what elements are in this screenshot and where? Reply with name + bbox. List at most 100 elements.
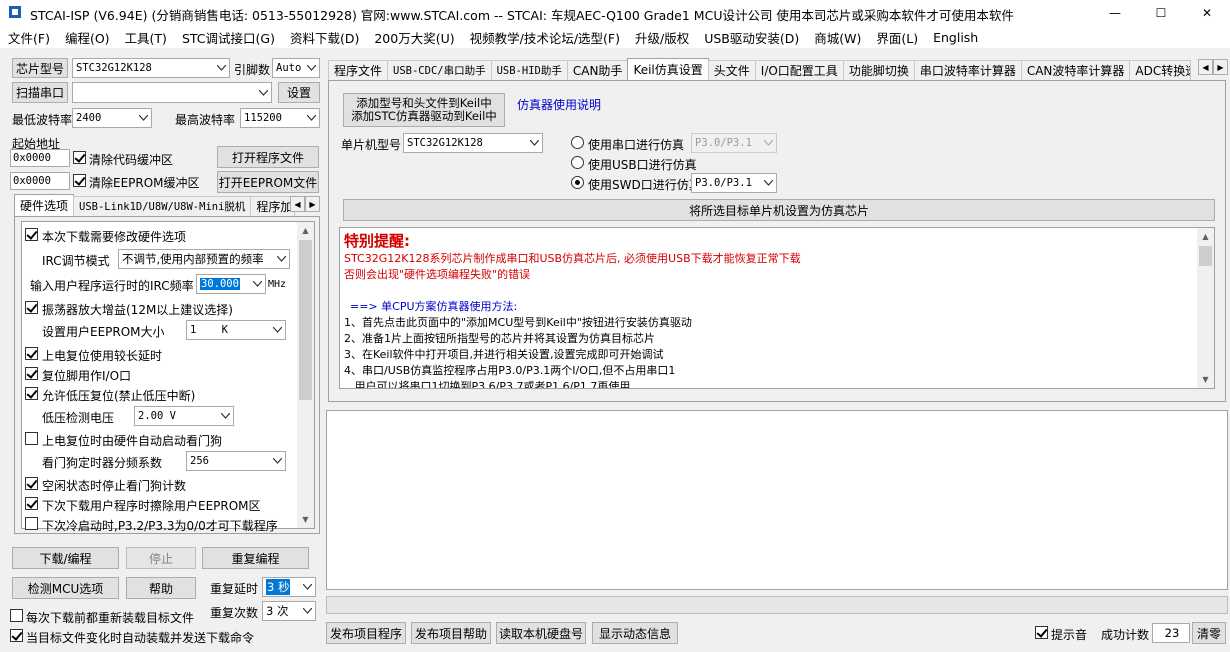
- menu-upgrade[interactable]: 升级/版权: [627, 28, 696, 47]
- scroll-down-icon[interactable]: ▼: [1197, 371, 1214, 388]
- uart-sim-radio[interactable]: [571, 136, 584, 149]
- menu-english[interactable]: English: [925, 30, 985, 45]
- download-button[interactable]: 下载/编程: [12, 547, 119, 569]
- tab-keil-sim[interactable]: Keil仿真设置: [627, 58, 709, 80]
- auto-send-checkbox[interactable]: [10, 629, 23, 642]
- tab-program-encrypt[interactable]: 程序加: [250, 196, 296, 216]
- reset-pin-checkbox[interactable]: [25, 367, 38, 380]
- tab-scroll-right-icon[interactable]: ▶: [1213, 59, 1228, 75]
- read-disk-button[interactable]: 读取本机硬盘号: [496, 622, 586, 644]
- menu-usb-driver[interactable]: USB驱动安装(D): [696, 28, 806, 47]
- open-program-button[interactable]: 打开程序文件: [217, 146, 319, 168]
- max-baud-select[interactable]: 115200: [240, 108, 320, 128]
- tab-uart-baud-calc[interactable]: 串口波特率计算器: [913, 60, 1022, 80]
- tab-header-file[interactable]: 头文件: [707, 60, 756, 80]
- output-log[interactable]: [326, 410, 1228, 590]
- tab-can-baud-calc[interactable]: CAN波特率计算器: [1020, 60, 1131, 80]
- menu-downloads[interactable]: 资料下载(D): [282, 28, 366, 47]
- check-mcu-button[interactable]: 检测MCU选项: [12, 577, 119, 599]
- scan-port-button[interactable]: 扫描串口: [12, 82, 68, 103]
- hw-options-scrollbar[interactable]: ▲ ▼: [297, 222, 314, 528]
- chip-type-select[interactable]: STC32G12K128: [72, 58, 230, 78]
- tab-adc-speed[interactable]: ADC转换速度: [1129, 60, 1192, 80]
- minimize-button[interactable]: —: [1092, 0, 1138, 26]
- wdt-div-select[interactable]: 256: [186, 451, 286, 471]
- show-dynamic-button[interactable]: 显示动态信息: [592, 622, 678, 644]
- usb-sim-radio[interactable]: [571, 156, 584, 169]
- tab-can-helper[interactable]: CAN助手: [566, 60, 629, 80]
- modify-hw-label: 本次下载需要修改硬件选项: [42, 230, 187, 244]
- set-sim-chip-button[interactable]: 将所选目标单片机设置为仿真芯片: [343, 199, 1215, 221]
- tab-usb-hid[interactable]: USB-HID助手: [490, 60, 568, 80]
- notice-line-2: 否则会出现"硬件选项编程失败"的错误: [344, 268, 531, 281]
- publish-help-button[interactable]: 发布项目帮助: [411, 622, 491, 644]
- menu-program[interactable]: 编程(O): [57, 28, 117, 47]
- mcu-type-select[interactable]: STC32G12K128: [403, 133, 543, 153]
- clear-count-button[interactable]: 清零: [1192, 622, 1226, 644]
- menu-prize[interactable]: 200万大奖(U): [366, 28, 461, 47]
- help-button[interactable]: 帮助: [126, 577, 196, 599]
- port-select[interactable]: [72, 82, 272, 103]
- scroll-up-icon[interactable]: ▲: [297, 222, 314, 239]
- auto-send-label: 当目标文件变化时自动装载并发送下载命令: [26, 631, 255, 645]
- code-address-input[interactable]: 0x0000: [10, 149, 70, 167]
- eeprom-size-select[interactable]: 1 K: [186, 320, 286, 340]
- repeat-count-select[interactable]: 3 次: [262, 601, 316, 621]
- sim-help-link[interactable]: 仿真器使用说明: [517, 96, 601, 113]
- lvd-voltage-select[interactable]: 2.00 V: [134, 406, 234, 426]
- modify-hw-checkbox[interactable]: [25, 228, 38, 241]
- eeprom-address-input[interactable]: 0x0000: [10, 172, 70, 190]
- swd-sim-radio[interactable]: [571, 176, 584, 189]
- maximize-button[interactable]: ☐: [1138, 0, 1184, 26]
- reprogram-button[interactable]: 重复编程: [202, 547, 309, 569]
- scroll-thumb[interactable]: [299, 240, 312, 400]
- tab-program-file[interactable]: 程序文件: [328, 60, 389, 80]
- tab-scroll-left-icon[interactable]: ◀: [1198, 59, 1213, 75]
- notice-text-area[interactable]: 特别提醒: STC32G12K128系列芯片制作成串口和USB仿真芯片后, 必须…: [339, 227, 1215, 389]
- tab-usb-link-offline[interactable]: USB-Link1D/U8W/U8W-Mini脱机: [73, 196, 252, 216]
- close-button[interactable]: ✕: [1184, 0, 1230, 26]
- chevron-down-icon: [273, 327, 282, 333]
- menu-debug-interface[interactable]: STC调试接口(G): [174, 28, 282, 47]
- tab-scroll-left-icon[interactable]: ◀: [290, 196, 305, 212]
- long-delay-checkbox[interactable]: [25, 347, 38, 360]
- tab-hardware-options[interactable]: 硬件选项: [14, 194, 75, 216]
- menu-interface[interactable]: 界面(L): [868, 28, 925, 47]
- scroll-thumb[interactable]: [1199, 246, 1212, 266]
- min-baud-select[interactable]: 2400: [72, 108, 152, 128]
- beep-checkbox[interactable]: [1035, 626, 1048, 639]
- menu-video-forum[interactable]: 视频教学/技术论坛/选型(F): [462, 28, 627, 47]
- cold-boot-checkbox[interactable]: [25, 517, 38, 530]
- tab-io-config[interactable]: I/O口配置工具: [754, 60, 844, 80]
- notice-scrollbar[interactable]: ▲ ▼: [1197, 228, 1214, 388]
- stop-button[interactable]: 停止: [126, 547, 196, 569]
- min-baud-value: 2400: [76, 112, 102, 124]
- repeat-delay-select[interactable]: 3 秒: [262, 577, 316, 597]
- tab-scroll-right-icon[interactable]: ▶: [305, 196, 320, 212]
- scroll-up-icon[interactable]: ▲: [1197, 228, 1214, 245]
- tab-usb-cdc-serial[interactable]: USB-CDC/串口助手: [387, 60, 492, 80]
- pins-select[interactable]: Auto: [272, 58, 320, 78]
- uart-sim-select[interactable]: P3.0/P3.1: [691, 133, 777, 153]
- wdt-checkbox[interactable]: [25, 432, 38, 445]
- menu-tools[interactable]: 工具(T): [117, 28, 174, 47]
- lvd-reset-checkbox[interactable]: [25, 387, 38, 400]
- erase-eeprom-checkbox[interactable]: [25, 497, 38, 510]
- tab-pin-switch[interactable]: 功能脚切换: [842, 60, 915, 80]
- scroll-down-icon[interactable]: ▼: [297, 511, 314, 528]
- add-to-keil-button[interactable]: 添加型号和头文件到Keil中 添加STC仿真器驱动到Keil中: [343, 93, 505, 127]
- publish-program-button[interactable]: 发布项目程序: [326, 622, 406, 644]
- chip-type-button[interactable]: 芯片型号: [12, 58, 68, 78]
- clear-eeprom-checkbox[interactable]: [73, 174, 86, 187]
- swd-sim-select[interactable]: P3.0/P3.1: [691, 173, 777, 193]
- menu-shop[interactable]: 商城(W): [806, 28, 868, 47]
- irc-mode-select[interactable]: 不调节,使用内部预置的频率: [118, 249, 290, 269]
- irc-freq-input[interactable]: 30.000: [196, 274, 266, 294]
- open-eeprom-button[interactable]: 打开EEPROM文件: [217, 171, 319, 193]
- osc-gain-checkbox[interactable]: [25, 301, 38, 314]
- idle-wdt-checkbox[interactable]: [25, 477, 38, 490]
- reload-checkbox[interactable]: [10, 609, 23, 622]
- menu-file[interactable]: 文件(F): [0, 28, 57, 47]
- clear-code-checkbox[interactable]: [73, 151, 86, 164]
- settings-button[interactable]: 设置: [278, 82, 320, 103]
